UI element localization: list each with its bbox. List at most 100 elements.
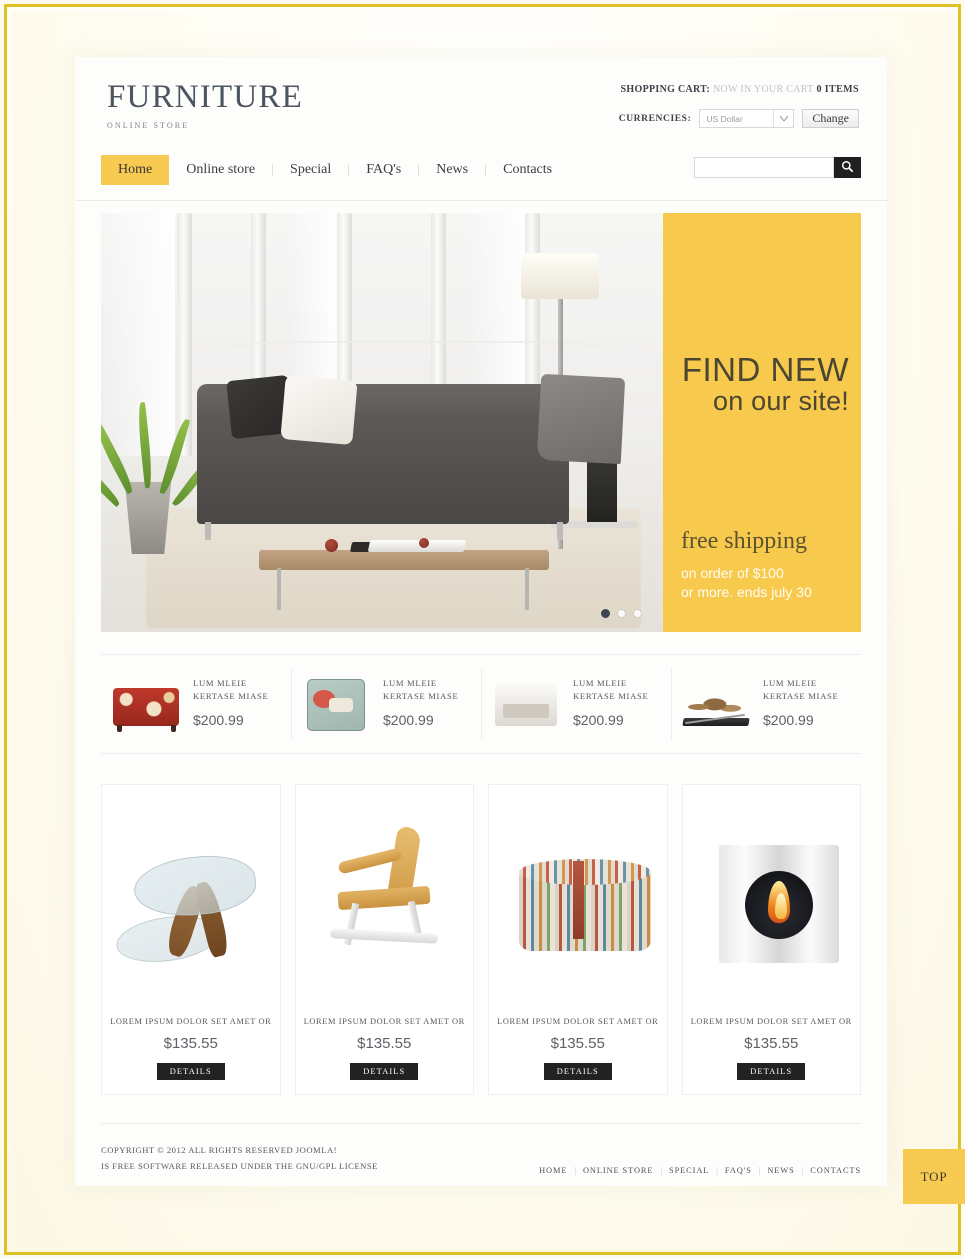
product-price: $135.55 [357,1035,412,1052]
product-name: LOREM IPSUM DOLOR SET AMET OR [303,1017,465,1026]
featured-item-price: $200.99 [383,712,434,729]
chevron-down-icon [773,110,793,127]
featured-products-strip: LUM MLEIE KERTASE MIASE $200.99 LUM MLEI… [101,654,861,754]
site-header: FURNITURE ONLINE STORE SHOPPING CART: NO… [75,57,887,153]
product-card[interactable]: LOREM IPSUM DOLOR SET AMET OR $135.55 DE… [101,784,281,1095]
white-pillow [280,374,358,446]
currency-select[interactable]: US Dollar [699,109,795,128]
shopping-cart-status[interactable]: SHOPPING CART: NOW IN YOUR CART 0 ITEMS [619,84,859,95]
product-price: $135.55 [163,1035,218,1052]
coffee-table [259,550,549,570]
featured-item-name: LUM MLEIE KERTASE MIASE [763,678,839,701]
logo-subtitle: ONLINE STORE [107,121,190,130]
product-image-wood-rocking-chair [303,793,465,1001]
header-utilities: SHOPPING CART: NOW IN YOUR CART 0 ITEMS … [619,84,859,128]
featured-item[interactable]: LUM MLEIE KERTASE MIASE $200.99 [291,655,481,753]
product-thumbnail-log-holder [679,676,753,732]
product-details-button[interactable]: DETAILS [543,1063,612,1080]
copyright-line-1: COPYRIGHT © 2012 ALL RIGHTS RESERVED JOO… [101,1145,338,1155]
footer-navigation: HOME | ONLINE STORE | SPECIAL | FAQ's | … [539,1166,861,1175]
cart-label: SHOPPING CART: [620,84,711,95]
featured-item[interactable]: LUM MLEIE KERTASE MIASE $200.99 [671,655,861,753]
product-image-glass-coffee-table [110,793,272,1001]
hero-offer-title: free shipping [681,527,807,554]
hero-offer-line2: or more. ends july 30 [681,584,812,601]
main-navigation: Home Online store Special FAQ's News Con… [75,153,887,201]
featured-item[interactable]: LUM MLEIE KERTASE MIASE $200.99 [481,655,671,753]
currency-selected-value: US Dollar [706,113,743,124]
footer-separator: | [801,1166,804,1175]
featured-item-info: LUM MLEIE KERTASE MIASE $200.99 [763,677,845,730]
hero-offer: free shipping on order of $100 or more. … [681,528,849,602]
product-card[interactable]: LOREM IPSUM DOLOR SET AMET OR $135.55 DE… [488,784,668,1095]
product-details-button[interactable]: DETAILS [156,1063,225,1080]
featured-item-info: LUM MLEIE KERTASE MIASE $200.99 [383,677,465,730]
footer-separator: | [758,1166,761,1175]
slider-dot-3[interactable] [633,609,642,618]
hero-headline-bottom: on our site! [713,386,849,416]
nav-item-home[interactable]: Home [101,155,170,185]
cart-item-count: 0 ITEMS [816,84,859,95]
product-price: $135.55 [744,1035,799,1052]
nav-item-news[interactable]: News [419,155,485,185]
hero-image-living-room [101,213,663,632]
slider-dot-1[interactable] [601,609,610,618]
currency-selector-row: CURRENCIES: US Dollar Change [619,109,859,128]
site-container: FURNITURE ONLINE STORE SHOPPING CART: NO… [75,57,887,1186]
product-name: LOREM IPSUM DOLOR SET AMET OR [497,1017,659,1026]
product-card[interactable]: LOREM IPSUM DOLOR SET AMET OR $135.55 DE… [294,784,474,1095]
footer-link-online-store[interactable]: ONLINE STORE [583,1166,653,1175]
featured-item-info: LUM MLEIE KERTASE MIASE $200.99 [193,677,275,730]
product-thumbnail-red-ottoman [109,676,183,732]
scroll-to-top-button[interactable]: TOP [903,1149,965,1204]
footer-link-special[interactable]: SPECIAL [669,1166,709,1175]
hero-headline-top: FIND NEW [681,351,849,388]
product-card[interactable]: LOREM IPSUM DOLOR SET AMET OR $135.55 DE… [681,784,861,1095]
copyright-block: COPYRIGHT © 2012 ALL RIGHTS RESERVED JOO… [101,1142,378,1175]
featured-item-name: LUM MLEIE KERTASE MIASE [573,678,649,701]
site-footer: COPYRIGHT © 2012 ALL RIGHTS RESERVED JOO… [101,1123,861,1175]
hero-promo-panel: FIND NEW on our site! free shipping on o… [663,213,861,632]
product-details-button[interactable]: DETAILS [350,1063,419,1080]
nav-item-contacts[interactable]: Contacts [486,155,569,185]
featured-item-price: $200.99 [193,712,244,729]
product-thumbnail-white-armchair [489,676,563,732]
product-price: $135.55 [550,1035,605,1052]
nav-item-faqs[interactable]: FAQ's [349,155,418,185]
product-name: LOREM IPSUM DOLOR SET AMET OR [690,1017,852,1026]
featured-item-price: $200.99 [573,712,624,729]
product-name: LOREM IPSUM DOLOR SET AMET OR [110,1017,272,1026]
footer-link-faqs[interactable]: FAQ's [725,1166,752,1175]
throw-blanket [536,373,626,465]
search-button[interactable] [834,157,861,178]
footer-link-news[interactable]: NEWS [767,1166,794,1175]
featured-item[interactable]: LUM MLEIE KERTASE MIASE $200.99 [101,655,291,753]
featured-item-info: LUM MLEIE KERTASE MIASE $200.99 [573,677,655,730]
footer-link-home[interactable]: HOME [539,1166,567,1175]
nav-item-online-store[interactable]: Online store [169,155,272,185]
copyright-line-2: IS FREE SOFTWARE RELEASED UNDER THE GNU/… [101,1161,378,1172]
search-box [694,157,861,178]
footer-separator: | [574,1166,576,1175]
footer-separator: | [660,1166,663,1175]
product-image-modern-fireplace [690,793,852,1001]
slider-dot-2[interactable] [617,609,626,618]
hero-slider[interactable]: FIND NEW on our site! free shipping on o… [101,213,861,632]
footer-link-contacts[interactable]: CONTACTS [810,1166,861,1175]
featured-item-name: LUM MLEIE KERTASE MIASE [193,678,269,701]
currencies-label: CURRENCIES: [618,113,692,124]
search-icon [841,160,854,176]
search-input[interactable] [694,157,834,178]
product-details-button[interactable]: DETAILS [737,1063,806,1080]
site-logo[interactable]: FURNITURE ONLINE STORE [107,79,303,131]
change-currency-button[interactable]: Change [802,109,859,128]
nav-item-special[interactable]: Special [273,155,348,185]
product-grid: LOREM IPSUM DOLOR SET AMET OR $135.55 DE… [101,784,861,1095]
hero-offer-line1: on order of $100 [681,565,784,582]
hero-headline: FIND NEW on our site! [681,353,849,417]
nav-list: Home Online store Special FAQ's News Con… [101,155,569,185]
logo-title: FURNITURE [107,79,303,115]
featured-item-price: $200.99 [763,712,814,729]
product-thumbnail-deer-pillow [299,676,373,732]
product-image-striped-pouf [497,793,659,1001]
